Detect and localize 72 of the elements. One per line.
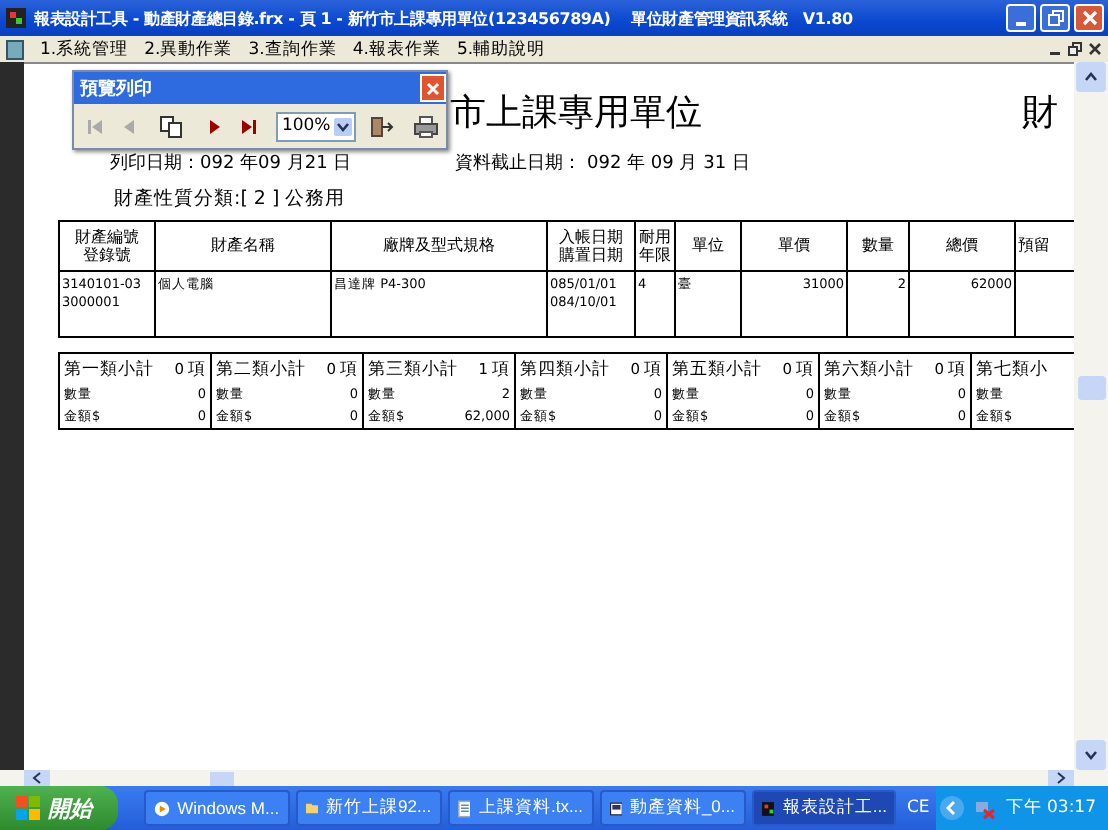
subtotal-title: 第一類小計 bbox=[64, 358, 154, 382]
restore-button[interactable] bbox=[1040, 4, 1070, 32]
scroll-right-icon[interactable] bbox=[1048, 770, 1074, 786]
close-icon bbox=[1081, 10, 1097, 26]
language-indicator[interactable]: CE bbox=[906, 798, 930, 818]
document-icon bbox=[609, 797, 622, 819]
text-file-icon bbox=[457, 797, 471, 819]
column-header: 總價 bbox=[909, 221, 1015, 271]
column-header: 數量 bbox=[847, 221, 909, 271]
unit-label: 項 bbox=[796, 358, 814, 382]
column-header: 單位 bbox=[675, 221, 741, 271]
category-label: 財產性質分類:[ 2 ] 公務用 bbox=[112, 186, 348, 212]
scroll-up-icon[interactable] bbox=[1076, 62, 1106, 92]
next-page-icon bbox=[205, 117, 224, 135]
column-header: 耐用年限 bbox=[635, 221, 675, 271]
column-header: 財產名稱 bbox=[155, 221, 331, 271]
menu-item[interactable]: 4.報表作業 bbox=[352, 37, 441, 61]
subtotal-title: 第二類小計 bbox=[216, 358, 306, 382]
subtotal-title: 第五類小計 bbox=[672, 358, 762, 382]
column-header: 廠牌及型式規格 bbox=[331, 221, 547, 271]
menu-item[interactable]: 3.查詢作業 bbox=[248, 37, 337, 61]
window-title: 報表設計工具 - 動產財產總目錄.frx - 頁 1 - 新竹市上課專用單位(123456789A) 單位財產管理資訊系統 V1.80 bbox=[34, 7, 855, 29]
taskbar-button[interactable]: 新竹上課92... bbox=[295, 790, 442, 826]
column-header: 入帳日期購置日期 bbox=[547, 221, 635, 271]
close-button[interactable] bbox=[420, 74, 446, 102]
close-button[interactable] bbox=[1074, 4, 1104, 32]
cutoff-date: 資料截止日期： 092 年 09 月 31 日 bbox=[455, 151, 750, 176]
document-icon bbox=[6, 39, 24, 59]
taskbar-button[interactable]: Windows M... bbox=[143, 790, 290, 826]
unit-label: 項 bbox=[188, 358, 206, 382]
scroll-thumb[interactable] bbox=[1077, 376, 1105, 400]
chevron-left-icon[interactable] bbox=[939, 796, 964, 820]
menu-item[interactable]: 5.輔助說明 bbox=[457, 37, 546, 61]
taskbar-button[interactable]: 報表設計工... bbox=[751, 790, 897, 826]
unit-label: 項 bbox=[644, 358, 662, 382]
unit-label: 項 bbox=[948, 358, 966, 382]
unit-label: 項 bbox=[340, 358, 358, 382]
app-icon bbox=[761, 797, 775, 819]
folder-icon bbox=[305, 798, 319, 818]
taskbar-button[interactable]: 動產資料_0... bbox=[599, 790, 745, 826]
zoom-dropdown[interactable]: 100% bbox=[275, 111, 357, 141]
scroll-left-icon[interactable] bbox=[24, 770, 50, 786]
subtotal-title: 第四類小計 bbox=[520, 358, 610, 382]
last-page-icon bbox=[240, 117, 259, 135]
print-date: 列印日期：092 年09 月21 日 bbox=[110, 151, 352, 176]
menu-item[interactable]: 2.異動作業 bbox=[144, 37, 233, 61]
minimize-button[interactable] bbox=[1006, 4, 1036, 32]
windows-flag-icon bbox=[16, 796, 40, 820]
column-header: 單價 bbox=[741, 221, 847, 271]
report-title: 財 bbox=[1022, 90, 1060, 136]
report-title: 市上課專用單位 bbox=[450, 90, 702, 136]
toolbar-title: 預覽列印 bbox=[80, 76, 152, 101]
horizontal-scrollbar[interactable] bbox=[0, 770, 1108, 786]
subtotal-title: 第六類小計 bbox=[824, 358, 914, 382]
column-header: 財產編號登錄號 bbox=[59, 221, 155, 271]
app-icon bbox=[4, 6, 28, 30]
subtotal-title: 第七類小 bbox=[976, 358, 1048, 382]
taskbar-button[interactable]: 上課資料.tx... bbox=[447, 790, 594, 826]
restore-icon[interactable] bbox=[1068, 42, 1082, 56]
unit-label: 項 bbox=[492, 358, 510, 382]
subtotal-title: 第三類小計 bbox=[368, 358, 458, 382]
scroll-thumb[interactable] bbox=[210, 771, 234, 785]
menu-item[interactable]: 1.系統管理 bbox=[40, 37, 129, 61]
scroll-down-icon[interactable] bbox=[1076, 740, 1106, 770]
clock: 下午 03:17 bbox=[1005, 796, 1096, 820]
first-page-icon bbox=[85, 117, 104, 135]
chevron-down-icon bbox=[334, 117, 353, 135]
close-icon bbox=[426, 81, 440, 95]
previous-page-icon bbox=[120, 117, 139, 135]
vertical-scrollbar[interactable] bbox=[1074, 62, 1108, 770]
media-player-icon bbox=[153, 797, 170, 819]
close-icon[interactable] bbox=[1088, 42, 1102, 56]
